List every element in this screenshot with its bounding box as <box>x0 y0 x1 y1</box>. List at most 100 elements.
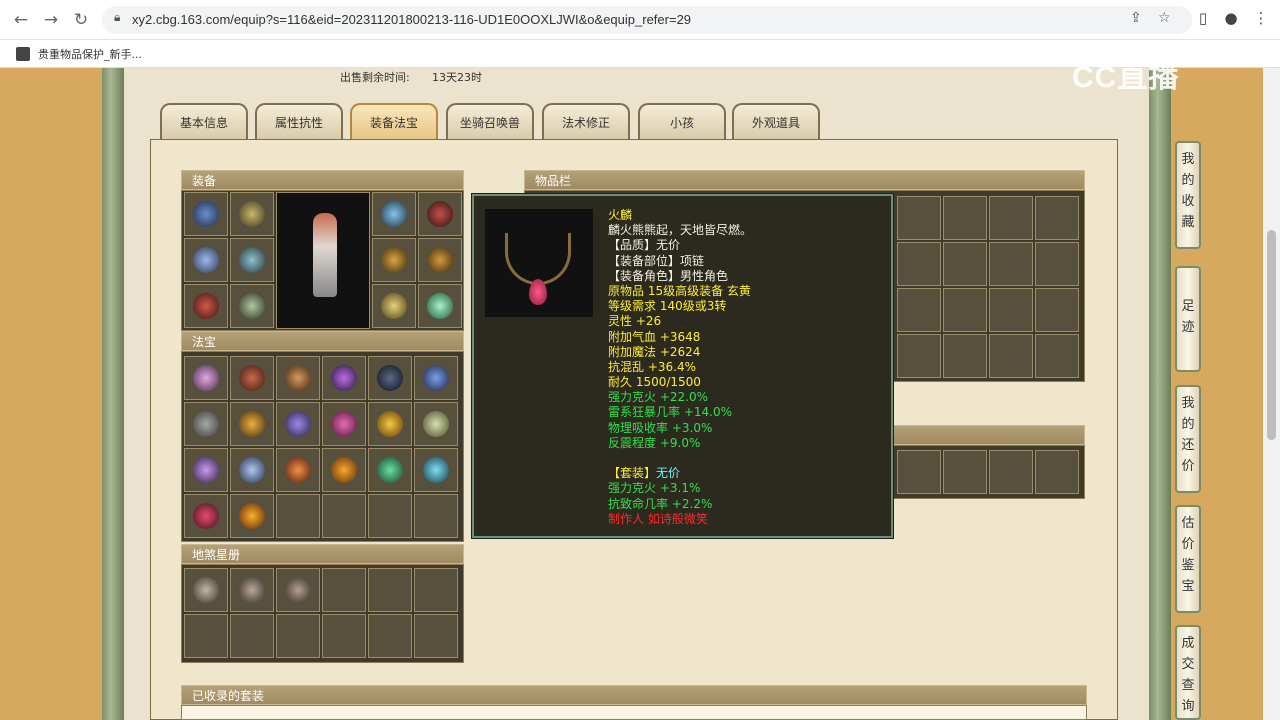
my-counteroffers-button[interactable]: 我的还价 <box>1175 385 1201 493</box>
tab-mounts-pets[interactable]: 坐骑召唤兽 <box>446 103 534 139</box>
fabao-slot[interactable] <box>276 448 320 492</box>
equip-slot-hat[interactable] <box>372 284 416 328</box>
fabao-slot[interactable] <box>368 402 412 446</box>
item-stat: 附加气血 +3648 <box>608 329 701 344</box>
disha-slot-empty[interactable] <box>276 614 320 658</box>
fabao-icon <box>331 365 357 391</box>
fabao-slot[interactable] <box>230 402 274 446</box>
fabao-slot[interactable] <box>276 356 320 400</box>
disha-slot[interactable] <box>230 568 274 612</box>
fabao-slot-empty[interactable] <box>368 494 412 538</box>
fabao-slot-empty[interactable] <box>414 494 458 538</box>
stream-watermark: CC直播 <box>1072 61 1180 94</box>
menu-icon[interactable]: ⋮ <box>1250 9 1272 27</box>
fabao-slot[interactable] <box>322 448 366 492</box>
tab-appearance[interactable]: 外观道具 <box>732 103 820 139</box>
forward-icon[interactable]: → <box>40 9 62 31</box>
fabao-slot[interactable] <box>230 494 274 538</box>
fabao-slot[interactable] <box>230 448 274 492</box>
inventory-slot[interactable] <box>897 242 941 286</box>
disha-slot[interactable] <box>276 568 320 612</box>
fabao-slot[interactable] <box>414 448 458 492</box>
fabao-slot-empty[interactable] <box>276 494 320 538</box>
fabao-slot[interactable] <box>322 402 366 446</box>
equip-slot-crown[interactable] <box>372 192 416 236</box>
reload-icon[interactable]: ↻ <box>70 9 92 31</box>
disha-slot-empty[interactable] <box>414 568 458 612</box>
fabao-slot[interactable] <box>184 448 228 492</box>
storage-slot[interactable] <box>1035 450 1079 494</box>
lock-icon[interactable]: 🔒︎ <box>114 10 120 25</box>
fabao-slot[interactable] <box>322 356 366 400</box>
item-maker: 制作人 如诗般微笑 <box>608 511 708 526</box>
inventory-slot[interactable] <box>943 334 987 378</box>
scroll-thumb[interactable] <box>1267 230 1276 440</box>
disha-slot-empty[interactable] <box>230 614 274 658</box>
back-icon[interactable]: ← <box>10 9 32 31</box>
inventory-slot[interactable] <box>1035 334 1079 378</box>
tab-basic-info[interactable]: 基本信息 <box>160 103 248 139</box>
disha-slot-empty[interactable] <box>322 614 366 658</box>
url-text[interactable]: xy2.cbg.163.com/equip?s=116&eid=20231120… <box>132 12 691 27</box>
valuation-button[interactable]: 估价鉴宝 <box>1175 505 1201 613</box>
scrollbar[interactable] <box>1263 68 1280 720</box>
equip-slot-helmet[interactable] <box>184 192 228 236</box>
equipment-title: 装备 <box>181 170 464 190</box>
inventory-slot[interactable] <box>943 288 987 332</box>
equip-slot-weapon[interactable] <box>184 238 228 282</box>
inventory-slot[interactable] <box>943 196 987 240</box>
storage-slot[interactable] <box>943 450 987 494</box>
sidepanel-icon[interactable]: ▯ <box>1192 9 1214 27</box>
profile-icon[interactable]: ● <box>1220 9 1242 27</box>
share-icon[interactable]: ⇪ <box>1130 10 1142 26</box>
fabao-slot[interactable] <box>368 356 412 400</box>
tab-equipment[interactable]: 装备法宝 <box>350 103 438 139</box>
deal-query-button[interactable]: 成交查询 <box>1175 625 1201 720</box>
fabao-slot[interactable] <box>414 402 458 446</box>
inventory-slot[interactable] <box>1035 196 1079 240</box>
star-icon[interactable]: ☆ <box>1158 10 1171 26</box>
tab-child[interactable]: 小孩 <box>638 103 726 139</box>
inventory-slot[interactable] <box>989 334 1033 378</box>
tab-attributes[interactable]: 属性抗性 <box>255 103 343 139</box>
fabao-slot[interactable] <box>414 356 458 400</box>
fabao-slot[interactable] <box>184 356 228 400</box>
fabao-slot[interactable] <box>276 402 320 446</box>
equip-slot-armor[interactable] <box>230 238 274 282</box>
equip-slot-orb[interactable] <box>418 284 462 328</box>
equip-slot-necklace[interactable] <box>418 192 462 236</box>
my-favorites-button[interactable]: 我的收藏 <box>1175 141 1201 249</box>
equip-slot-weapon2[interactable] <box>230 192 274 236</box>
storage-slot[interactable] <box>897 450 941 494</box>
fabao-slot-empty[interactable] <box>322 494 366 538</box>
equip-slot-ring1[interactable] <box>372 238 416 282</box>
disha-slot-empty[interactable] <box>322 568 366 612</box>
inventory-slot[interactable] <box>989 196 1033 240</box>
equip-slot-boots[interactable] <box>230 284 274 328</box>
tab-spell-mod[interactable]: 法术修正 <box>542 103 630 139</box>
fabao-slot[interactable] <box>184 494 228 538</box>
disha-slot-empty[interactable] <box>368 614 412 658</box>
disha-slot[interactable] <box>184 568 228 612</box>
inventory-slot[interactable] <box>897 334 941 378</box>
fabao-slot[interactable] <box>368 448 412 492</box>
disha-slot-empty[interactable] <box>414 614 458 658</box>
inventory-slot[interactable] <box>897 288 941 332</box>
fabao-slot[interactable] <box>230 356 274 400</box>
inventory-slot[interactable] <box>989 242 1033 286</box>
storage-slot[interactable] <box>989 450 1033 494</box>
inventory-slot[interactable] <box>1035 242 1079 286</box>
inventory-slot[interactable] <box>897 196 941 240</box>
disha-slot-empty[interactable] <box>184 614 228 658</box>
disha-slot-empty[interactable] <box>368 568 412 612</box>
bookmark-item[interactable]: 贵重物品保护_新手... <box>38 46 142 62</box>
history-button[interactable]: 足迹 <box>1175 266 1201 372</box>
address-bar[interactable]: 🔒︎ xy2.cbg.163.com/equip?s=116&eid=20231… <box>102 6 1192 34</box>
equip-slot-belt[interactable] <box>184 284 228 328</box>
inventory-slot[interactable] <box>989 288 1033 332</box>
side-button-label: 我的收藏 <box>1181 152 1195 230</box>
inventory-slot[interactable] <box>1035 288 1079 332</box>
fabao-slot[interactable] <box>184 402 228 446</box>
inventory-slot[interactable] <box>943 242 987 286</box>
equip-slot-ring2[interactable] <box>418 238 462 282</box>
